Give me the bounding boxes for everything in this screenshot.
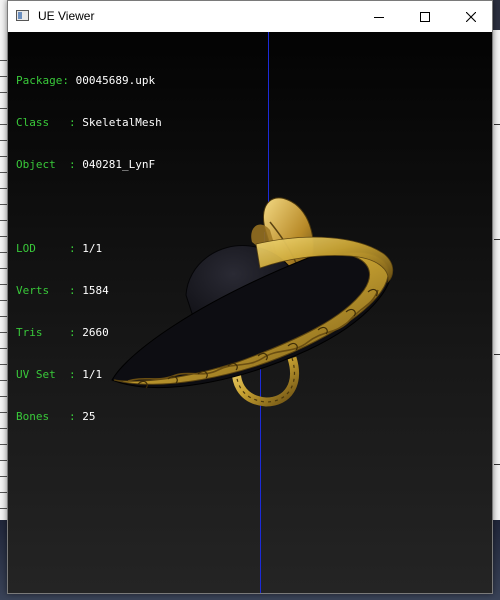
window-title: UE Viewer xyxy=(38,9,95,23)
title-bar[interactable]: UE Viewer xyxy=(8,1,492,32)
background-cell-fragment xyxy=(0,284,7,295)
background-tick-fragment xyxy=(494,464,500,465)
background-cell-fragment xyxy=(0,300,7,311)
info-row-lod: LOD : 1/1 xyxy=(16,242,103,255)
background-cell-fragment xyxy=(0,172,7,183)
close-button[interactable] xyxy=(448,1,494,32)
background-cell-fragment xyxy=(0,412,7,423)
background-cell-fragment xyxy=(0,380,7,391)
background-cell-fragment xyxy=(0,316,7,327)
background-cell-fragment xyxy=(0,252,7,263)
maximize-button[interactable] xyxy=(402,1,448,32)
close-icon xyxy=(466,11,476,22)
minimize-button[interactable] xyxy=(356,1,402,32)
background-cell-fragment xyxy=(0,508,7,519)
background-cell-fragment xyxy=(0,60,7,71)
maximize-icon xyxy=(420,11,430,22)
info-row-class: Class : SkeletalMesh xyxy=(16,116,162,129)
background-cell-fragment xyxy=(0,124,7,135)
background-cell-fragment xyxy=(0,92,7,103)
app-icon xyxy=(16,10,29,21)
3d-viewport[interactable]: Package: 00045689.upk Class : SkeletalMe… xyxy=(8,32,492,593)
background-cell-fragment xyxy=(0,108,7,119)
info-row-tris: Tris : 2660 xyxy=(16,326,109,339)
mesh-info-panel: Package: 00045689.upk Class : SkeletalMe… xyxy=(16,46,162,452)
ue-viewer-window[interactable]: UE Viewer Package: 00045689.upk Class: … xyxy=(7,0,493,594)
background-cell-fragment xyxy=(0,444,7,455)
background-cell-fragment xyxy=(0,188,7,199)
info-row-bones: Bones : 25 xyxy=(16,410,96,423)
background-cell-fragment xyxy=(0,460,7,471)
background-cell-fragment xyxy=(0,268,7,279)
background-cell-fragment xyxy=(0,332,7,343)
background-cell-fragment xyxy=(0,364,7,375)
background-tick-fragment xyxy=(494,124,500,125)
background-tick-fragment xyxy=(494,239,500,240)
background-cell-fragment xyxy=(0,348,7,359)
background-tick-fragment xyxy=(494,354,500,355)
info-spacer xyxy=(16,200,162,214)
background-cell-fragment xyxy=(0,140,7,151)
background-cell-fragment xyxy=(0,76,7,87)
info-row-object: Object : 040281_LynF xyxy=(16,158,156,171)
background-cell-fragment xyxy=(0,156,7,167)
minimize-icon xyxy=(374,16,384,18)
background-cell-fragment xyxy=(0,236,7,247)
background-cell-fragment xyxy=(0,492,7,503)
background-cell-fragment xyxy=(0,204,7,215)
background-cell-fragment xyxy=(0,476,7,487)
info-row-verts: Verts : 1584 xyxy=(16,284,109,297)
background-cell-fragment xyxy=(0,428,7,439)
info-row-package: Package: 00045689.upk xyxy=(16,74,156,87)
info-row-uvset: UV Set : 1/1 xyxy=(16,368,103,381)
background-cell-fragment xyxy=(0,220,7,231)
background-cell-fragment xyxy=(0,396,7,407)
